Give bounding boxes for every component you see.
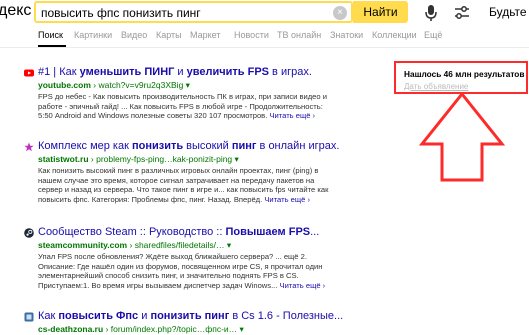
tab-images[interactable]: Картинки	[74, 30, 112, 40]
result-url[interactable]: statistwot.ru › problemy-fps-ping…kak-po…	[38, 154, 239, 165]
tab-collections[interactable]: Коллекции	[372, 30, 417, 40]
tab-video[interactable]: Видео	[121, 30, 147, 40]
read-more-link[interactable]: Читать ещё ›	[280, 281, 326, 290]
read-more-link[interactable]: Читать ещё ›	[264, 195, 310, 204]
tab-market[interactable]: Маркет	[190, 30, 220, 40]
result-title-link[interactable]: Комплекс мер как понизить высокий пинг в…	[38, 140, 339, 152]
steam-icon	[24, 228, 34, 238]
site-icon	[24, 312, 34, 322]
result-snippet: Упал FPS после обновления? Ждёте выход б…	[38, 252, 326, 290]
result-snippet: Как понизить высокий пинг в различных иг…	[38, 166, 329, 204]
search-input[interactable]	[41, 5, 321, 21]
result-url[interactable]: cs-deathzona.ru › forum/index.php?/topic…	[38, 324, 244, 335]
tab-tv[interactable]: ТВ онлайн	[277, 30, 321, 40]
filter-icon[interactable]	[453, 4, 471, 22]
login-link[interactable]: Будьте в	[489, 5, 529, 19]
clear-search-button[interactable]: ×	[333, 6, 347, 20]
result-title-link[interactable]: Как повысить Фпс и понизить пинг в Cs 1.…	[38, 310, 343, 322]
mic-icon[interactable]	[423, 4, 439, 22]
result-title-link[interactable]: #1 | Как уменьшить ПИНГ и увеличить FPS …	[38, 66, 312, 78]
up-arrow-annotation-icon	[418, 92, 506, 182]
yandex-logo[interactable]: декс	[0, 2, 31, 20]
place-ad-link[interactable]: Дать объявление	[404, 82, 468, 91]
tab-search[interactable]: Поиск	[38, 30, 63, 40]
header-divider	[0, 47, 529, 48]
header: декс × Найти Будьте в	[0, 0, 529, 27]
search-box[interactable]: ×	[34, 1, 353, 23]
read-more-link[interactable]: Читать ещё ›	[269, 111, 315, 120]
results-count: Нашлось 46 млн результатов	[404, 69, 525, 79]
find-button[interactable]: Найти	[353, 1, 408, 23]
tab-experts[interactable]: Знатоки	[330, 30, 363, 40]
result-snippet: FPS до небес - Как повысить производител…	[38, 92, 327, 121]
result-title-link[interactable]: Сообщество Steam :: Руководство :: Повыш…	[38, 226, 319, 238]
tab-more[interactable]: Ещё	[424, 30, 442, 40]
tab-maps[interactable]: Карты	[156, 30, 182, 40]
star-icon	[24, 142, 34, 152]
result-url[interactable]: youtube.com › watch?v=v9ru2q3XBig ▾	[38, 80, 190, 91]
youtube-icon	[24, 69, 34, 77]
result-url[interactable]: steamcommunity.com › sharedfiles/filedet…	[38, 240, 231, 251]
tab-news[interactable]: Новости	[234, 30, 269, 40]
results-count-panel: Нашлось 46 млн результатов Дать объявлен…	[394, 61, 528, 94]
